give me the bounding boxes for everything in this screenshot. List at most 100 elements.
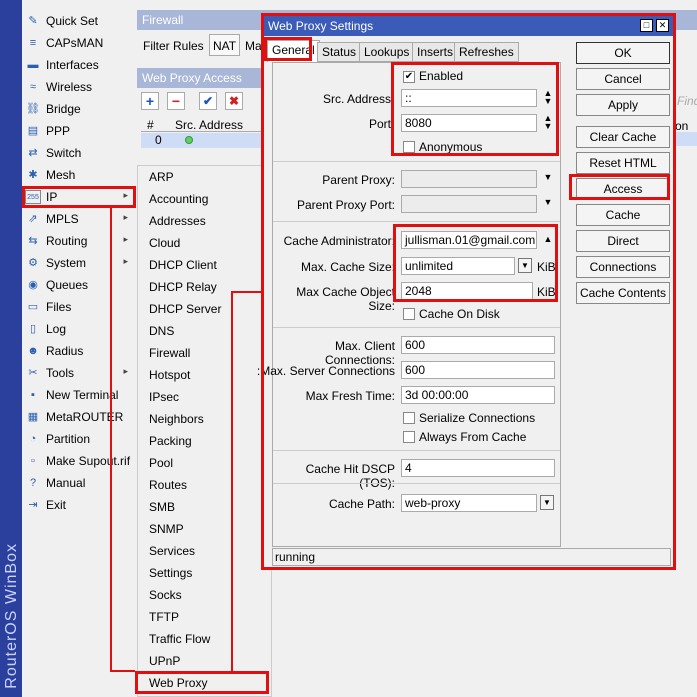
ip-menu-item-snmp[interactable]: SNMP <box>149 518 184 540</box>
ip-menu-item-tftp[interactable]: TFTP <box>149 606 179 628</box>
ip-menu-item-dhcp-server[interactable]: DHCP Server <box>149 298 221 320</box>
reset-html-button[interactable]: Reset HTML <box>576 152 670 174</box>
cache-contents-button[interactable]: Cache Contents <box>576 282 670 304</box>
exit-icon: ⇥ <box>28 499 38 511</box>
ip-menu-item-addresses[interactable]: Addresses <box>149 210 206 232</box>
ip-menu-item-smb[interactable]: SMB <box>149 496 175 518</box>
sidebar-item-files[interactable]: ▭ Files <box>22 296 136 318</box>
parent-proxy-port-input[interactable] <box>401 195 537 213</box>
access-button[interactable]: Access <box>576 178 670 200</box>
src-address-input[interactable]: :: <box>401 89 537 107</box>
sidebar-item-bridge[interactable]: ⛓ Bridge <box>22 98 136 120</box>
cache-on-disk-checkbox[interactable] <box>403 308 415 320</box>
sidebar-item-routing[interactable]: ⇆ Routing ▸ <box>22 230 136 252</box>
cache-admin-collapse-icon[interactable]: ▲ <box>543 235 553 244</box>
ip-menu-item-upnp[interactable]: UPnP <box>149 650 180 672</box>
sidebar-item-make-supout-rif[interactable]: ▫ Make Supout.rif <box>22 450 136 472</box>
disable-icon[interactable]: ✖ <box>225 92 243 110</box>
sidebar-item-mesh[interactable]: ✱ Mesh <box>22 164 136 186</box>
cache-path-input[interactable]: web-proxy <box>401 494 537 512</box>
sidebar-item-radius[interactable]: ☻ Radius <box>22 340 136 362</box>
tab-nat[interactable]: NAT <box>209 34 241 56</box>
ip-menu-item-packing[interactable]: Packing <box>149 430 192 452</box>
max-cache-size-dropdown-icon[interactable]: ▼ <box>518 258 532 273</box>
ip-menu-item-dns[interactable]: DNS <box>149 320 174 342</box>
direct-button[interactable]: Direct <box>576 230 670 252</box>
sidebar-item-switch[interactable]: ⇄ Switch <box>22 142 136 164</box>
cache-admin-input[interactable]: jullisman.01@gmail.com <box>401 231 537 249</box>
tab-lookups[interactable]: Lookups <box>359 42 415 62</box>
max-cache-object-size-input[interactable]: 2048 <box>401 282 533 300</box>
ip-menu-item-dhcp-client[interactable]: DHCP Client <box>149 254 217 276</box>
always-from-cache-checkbox[interactable] <box>403 431 415 443</box>
ip-menu-item-web-proxy[interactable]: Web Proxy <box>149 672 207 694</box>
ip-menu-item-routes[interactable]: Routes <box>149 474 187 496</box>
sidebar-item-mpls[interactable]: ⇗ MPLS ▸ <box>22 208 136 230</box>
parent-proxy-dropdown-icon[interactable]: ▼ <box>543 173 553 182</box>
sidebar-item-exit[interactable]: ⇥ Exit <box>22 494 136 516</box>
sidebar-item-queues[interactable]: ◉ Queues <box>22 274 136 296</box>
apply-button[interactable]: Apply <box>576 94 670 116</box>
sidebar-item-quick-set[interactable]: ✎ Quick Set <box>22 10 136 32</box>
tab-general[interactable]: General <box>267 40 320 62</box>
max-fresh-time-input[interactable]: 3d 00:00:00 <box>401 386 555 404</box>
sidebar-item-ppp[interactable]: ▤ PPP <box>22 120 136 142</box>
max-cache-size-input[interactable]: unlimited <box>401 257 515 275</box>
tab-refreshes[interactable]: Refreshes <box>454 42 519 62</box>
ok-button[interactable]: OK <box>576 42 670 64</box>
ip-menu-item-cloud[interactable]: Cloud <box>149 232 180 254</box>
anonymous-checkbox[interactable] <box>403 141 415 153</box>
ip-menu-item-arp[interactable]: ARP <box>149 166 174 188</box>
tab-inserts[interactable]: Inserts <box>412 42 459 62</box>
sidebar-item-capsman[interactable]: ≡ CAPsMAN <box>22 32 136 54</box>
clear-cache-button[interactable]: Clear Cache <box>576 126 670 148</box>
enabled-checkbox[interactable]: ✔ <box>403 71 415 83</box>
ip-menu-item-socks[interactable]: Socks <box>149 584 182 606</box>
max-server-connections-input[interactable]: 600 <box>401 361 555 379</box>
ip-menu-item-firewall[interactable]: Firewall <box>149 342 190 364</box>
remove-icon[interactable]: − <box>167 92 185 110</box>
parent-proxy-input[interactable] <box>401 170 537 188</box>
ip-menu-item-hotspot[interactable]: Hotspot <box>149 364 190 386</box>
sidebar-item-log[interactable]: ▯ Log <box>22 318 136 340</box>
max-client-connections-label: Max. Client Connections: <box>324 339 395 367</box>
parent-proxy-port-dropdown-icon[interactable]: ▼ <box>543 198 553 207</box>
sidebar-item-interfaces[interactable]: ▬ Interfaces <box>22 54 136 76</box>
tab-status[interactable]: Status <box>317 42 362 62</box>
maximize-icon[interactable]: □ <box>640 19 653 32</box>
tab-mangle[interactable]: Ma <box>245 36 262 56</box>
serialize-connections-checkbox[interactable] <box>403 412 415 424</box>
cache-button[interactable]: Cache <box>576 204 670 226</box>
ip-menu-item-settings[interactable]: Settings <box>149 562 192 584</box>
ip-menu-item-pool[interactable]: Pool <box>149 452 173 474</box>
max-client-connections-input[interactable]: 600 <box>401 336 555 354</box>
sidebar-item-partition[interactable]: ◔ Partition <box>22 428 136 450</box>
cache-path-dropdown-icon[interactable]: ▼ <box>540 495 554 510</box>
sidebar-item-ip[interactable]: 255 IP ▸ <box>22 186 136 208</box>
close-icon[interactable]: ✕ <box>656 19 669 32</box>
ip-menu-item-ipsec[interactable]: IPsec <box>149 386 179 408</box>
port-spin-icon[interactable]: ▲ ▼ <box>543 114 553 131</box>
port-input[interactable]: 8080 <box>401 114 537 132</box>
sidebar-item-metarouter[interactable]: ▦ MetaROUTER <box>22 406 136 428</box>
table-row[interactable]: 0 <box>141 133 266 148</box>
sidebar-item-tools[interactable]: ✂ Tools ▸ <box>22 362 136 384</box>
sidebar-item-system[interactable]: ⚙ System ▸ <box>22 252 136 274</box>
enable-icon[interactable]: ✔ <box>199 92 217 110</box>
find-field[interactable]: Find <box>677 94 697 108</box>
sidebar-item-manual[interactable]: ? Manual <box>22 472 136 494</box>
sidebar-item-new-terminal[interactable]: ▪ New Terminal <box>22 384 136 406</box>
connections-button[interactable]: Connections <box>576 256 670 278</box>
ip-menu-item-services[interactable]: Services <box>149 540 195 562</box>
ip-menu-item-neighbors[interactable]: Neighbors <box>149 408 204 430</box>
sidebar-item-wireless[interactable]: ≈ Wireless <box>22 76 136 98</box>
add-icon[interactable]: + <box>141 92 159 110</box>
interfaces-icon: ▬ <box>27 59 39 71</box>
cache-hit-dscp-input[interactable]: 4 <box>401 459 555 477</box>
ip-menu-item-accounting[interactable]: Accounting <box>149 188 208 210</box>
ip-menu-item-traffic-flow[interactable]: Traffic Flow <box>149 628 210 650</box>
src-address-spin-icon[interactable]: ▲ ▼ <box>543 89 553 106</box>
cancel-button[interactable]: Cancel <box>576 68 670 90</box>
ip-menu-item-dhcp-relay[interactable]: DHCP Relay <box>149 276 217 298</box>
tab-filter-rules[interactable]: Filter Rules <box>143 36 204 56</box>
